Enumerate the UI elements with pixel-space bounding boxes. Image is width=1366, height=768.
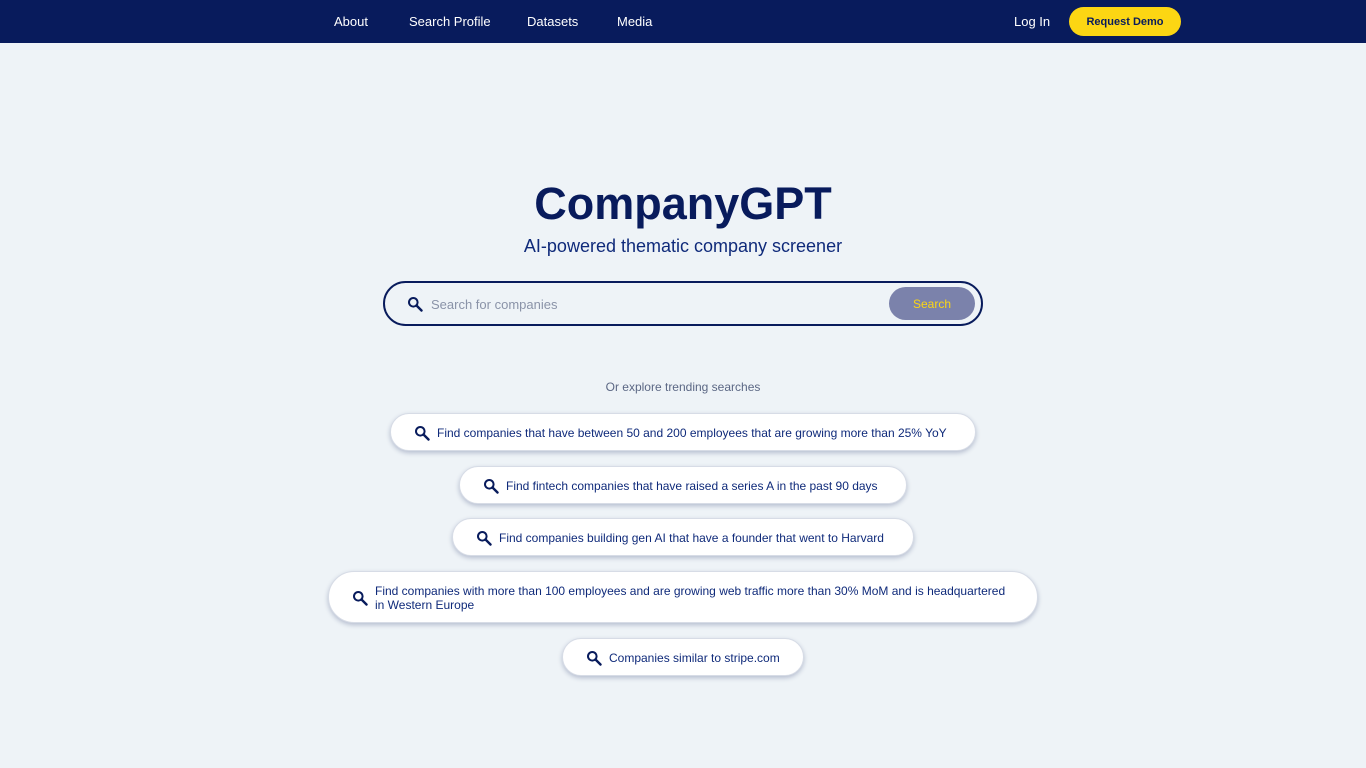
search-icon — [415, 426, 430, 441]
trending-label: Or explore trending searches — [605, 380, 761, 394]
trending-search-text: Find companies that have between 50 and … — [437, 426, 947, 440]
trending-search-item[interactable]: Find fintech companies that have raised … — [459, 466, 907, 504]
search-button[interactable]: Search — [889, 287, 975, 320]
search-icon — [587, 651, 602, 666]
search-icon — [408, 297, 423, 312]
nav-link-search-profile[interactable]: Search Profile — [409, 0, 491, 43]
page-title: CompanyGPT — [534, 178, 832, 229]
nav-link-about[interactable]: About — [334, 0, 368, 43]
search-icon — [353, 591, 368, 606]
trending-search-text: Companies similar to stripe.com — [609, 651, 780, 665]
trending-search-item[interactable]: Find companies with more than 100 employ… — [328, 571, 1038, 623]
top-navbar: About Search Profile Datasets Media Log … — [0, 0, 1366, 43]
trending-search-item[interactable]: Find companies building gen AI that have… — [452, 518, 914, 556]
nav-link-media[interactable]: Media — [617, 0, 652, 43]
search-input[interactable] — [431, 291, 881, 317]
nav-link-datasets[interactable]: Datasets — [527, 0, 578, 43]
trending-search-text: Find companies with more than 100 employ… — [375, 584, 1006, 612]
login-link[interactable]: Log In — [1014, 0, 1050, 43]
search-bar: Search — [383, 281, 983, 326]
page-subtitle: AI-powered thematic company screener — [523, 236, 843, 256]
trending-search-item[interactable]: Companies similar to stripe.com — [562, 638, 804, 676]
trending-search-item[interactable]: Find companies that have between 50 and … — [390, 413, 976, 451]
trending-search-text: Find fintech companies that have raised … — [506, 479, 878, 493]
search-icon — [477, 531, 492, 546]
trending-search-text: Find companies building gen AI that have… — [499, 531, 884, 545]
request-demo-button[interactable]: Request Demo — [1069, 7, 1181, 36]
search-icon — [484, 479, 499, 494]
